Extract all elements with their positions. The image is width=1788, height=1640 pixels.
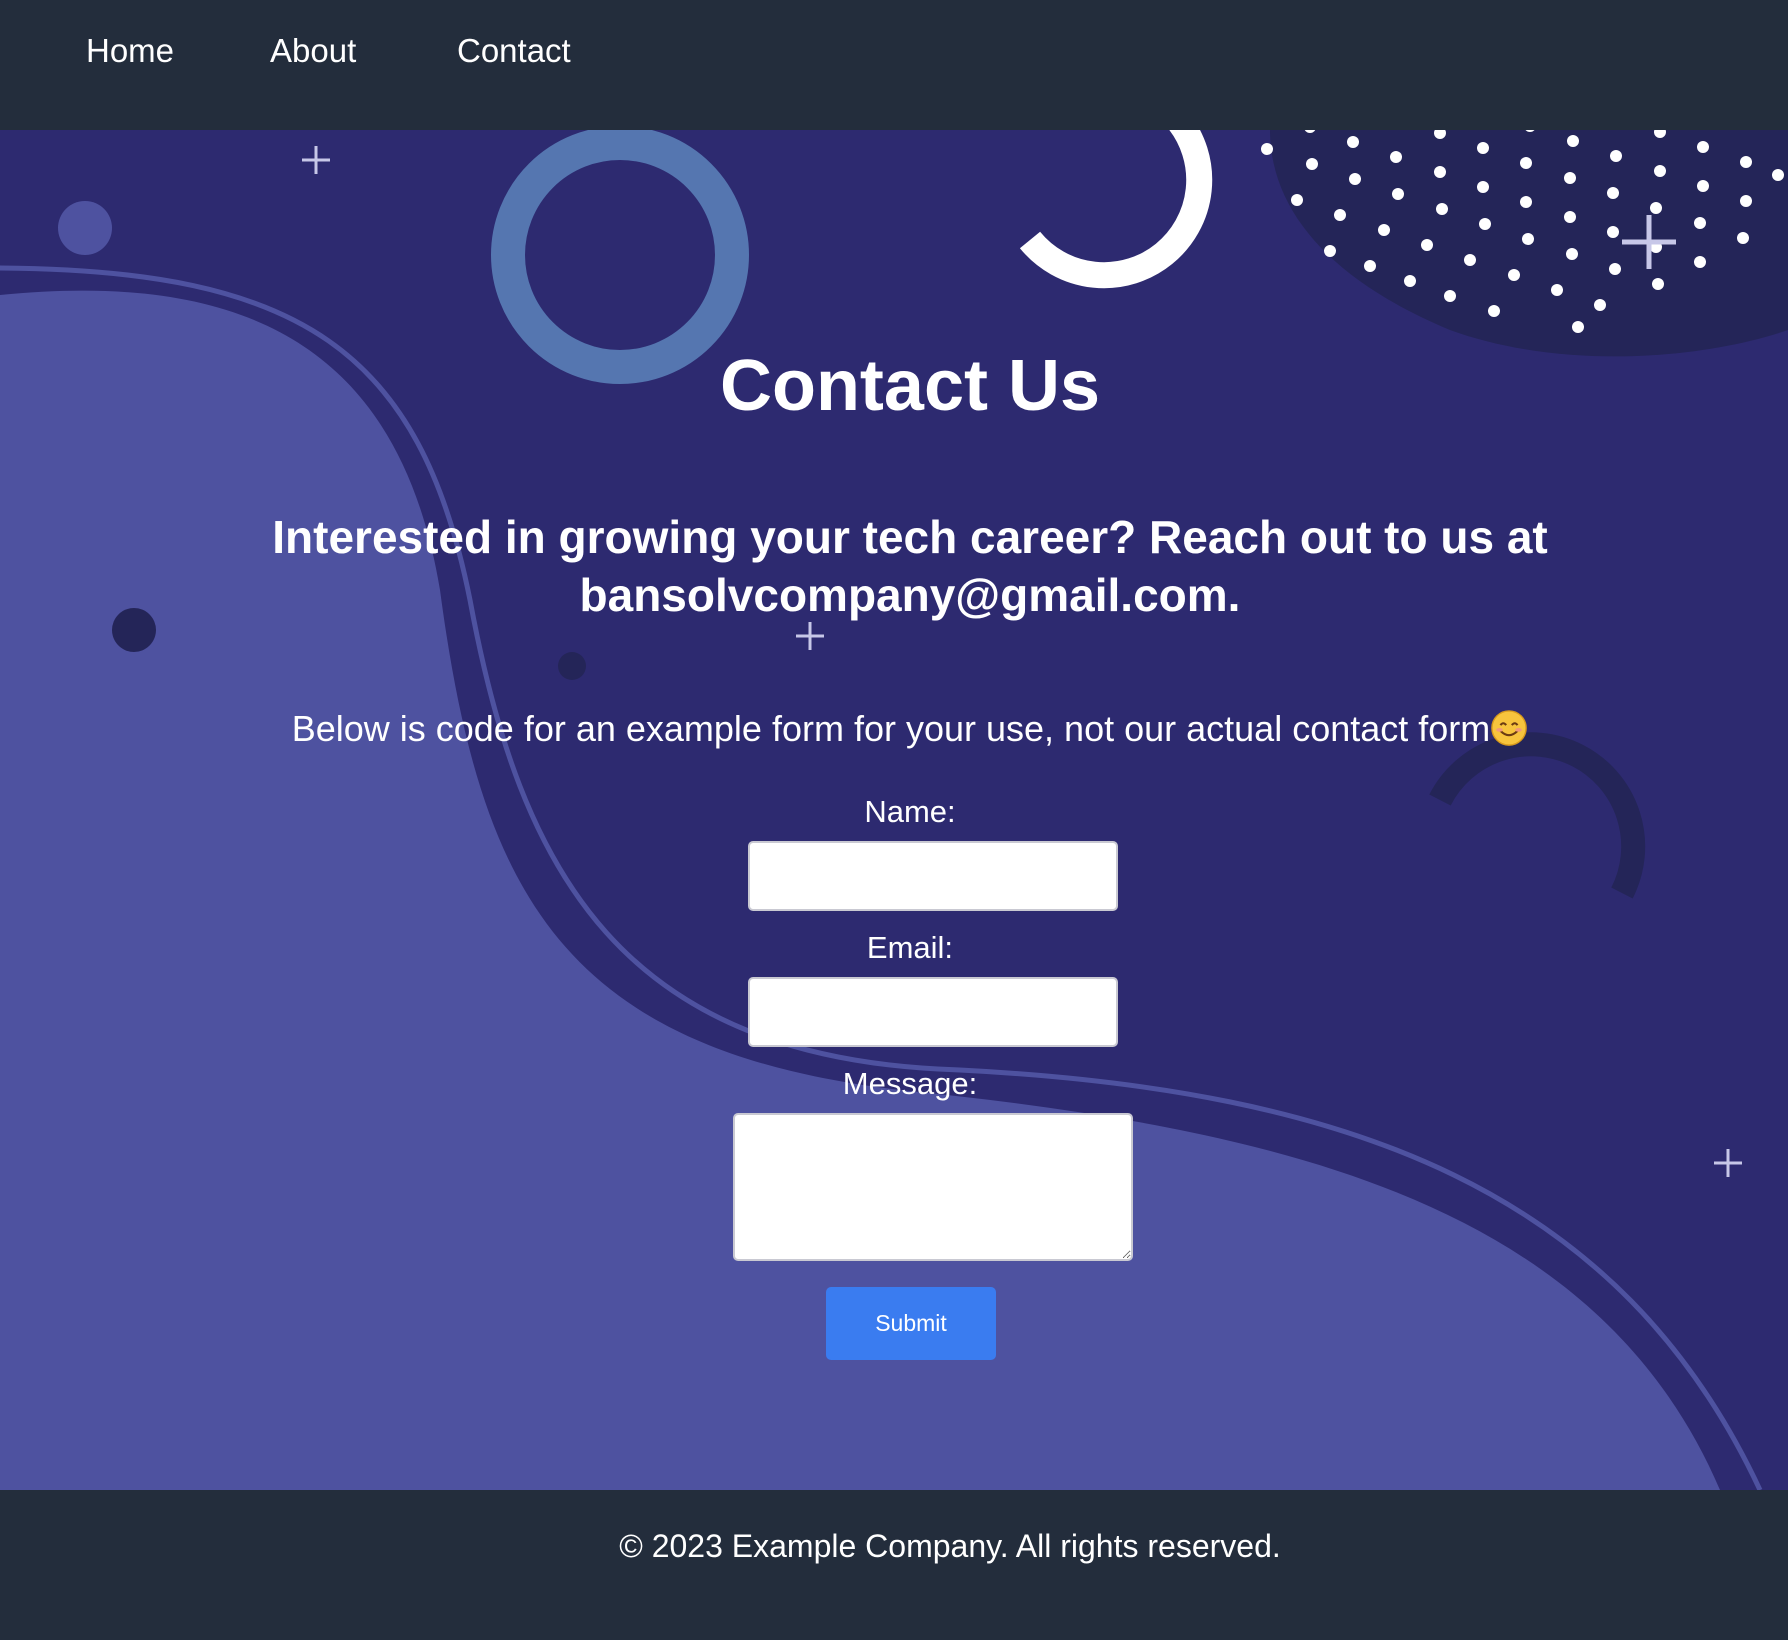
message-textarea[interactable] [733, 1113, 1133, 1261]
contact-hero-section: Contact Us Interested in growing your te… [0, 130, 1788, 1490]
top-navigation: Home About Contact [0, 0, 1788, 130]
page-subtitle: Interested in growing your tech career? … [272, 511, 1548, 621]
form-note-text: Below is code for an example form for yo… [291, 708, 1491, 749]
email-input[interactable] [748, 977, 1118, 1047]
message-label: Message: [842, 1066, 978, 1101]
name-input[interactable] [748, 841, 1118, 911]
email-label: Email: [866, 930, 954, 965]
nav-contact-link[interactable]: Contact [457, 32, 571, 70]
form-note: Below is code for an example form for yo… [0, 708, 1788, 750]
copyright-text: © 2023 Example Company. All rights reser… [619, 1528, 1281, 1564]
name-label: Name: [864, 794, 956, 829]
nav-home-link[interactable]: Home [86, 32, 174, 70]
page-footer: © 2023 Example Company. All rights reser… [0, 1490, 1788, 1640]
smiling-face-icon [1491, 710, 1528, 746]
contact-content: Contact Us Interested in growing your te… [0, 130, 1788, 1490]
page-title: Contact Us [719, 346, 1101, 426]
nav-about-link[interactable]: About [270, 32, 356, 70]
submit-button[interactable]: Submit [826, 1287, 996, 1360]
